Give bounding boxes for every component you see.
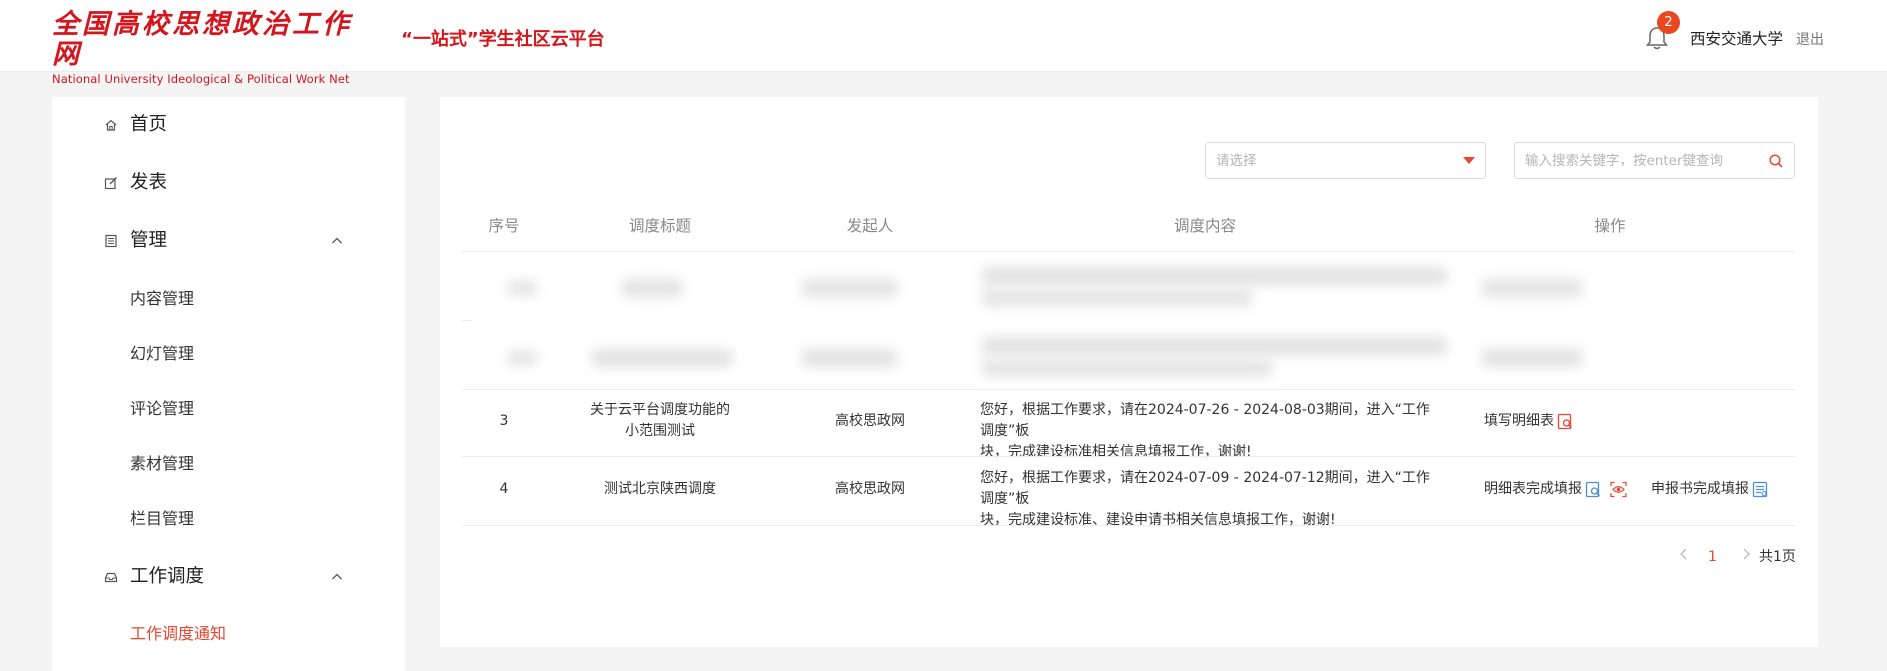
row-content: 您好，根据工作要求，请在2024-07-26 - 2024-08-03期间，进入… xyxy=(980,400,1440,463)
form-search-icon[interactable] xyxy=(1557,413,1574,430)
row-title[interactable]: 关于云平台调度功能的 小范围测试 xyxy=(550,400,770,442)
notification-badge[interactable]: 2 xyxy=(1657,11,1680,34)
document-icon xyxy=(105,234,117,248)
sidebar-item-dispatch[interactable]: 工作调度 xyxy=(52,557,405,597)
row-actions: 填写明细表 xyxy=(1484,411,1574,432)
row-index: 3 xyxy=(499,413,509,429)
sidebar-subitem-content[interactable]: 内容管理 xyxy=(130,288,194,310)
fill-detail-link[interactable]: 填写明细表 xyxy=(1484,413,1554,429)
sidebar-subitem-dispatch-notice[interactable]: 工作调度通知 xyxy=(130,623,226,645)
row-divider xyxy=(462,525,1795,526)
form-list-icon[interactable] xyxy=(1752,481,1769,498)
sidebar-item-label: 发表 xyxy=(130,172,168,193)
column-header-initiator: 发起人 xyxy=(846,217,894,235)
column-header-title: 调度标题 xyxy=(628,217,691,235)
sidebar-item-home[interactable]: 首页 xyxy=(52,105,405,145)
column-header-content: 调度内容 xyxy=(1173,217,1236,235)
row-title[interactable]: 测试北京陕西调度 xyxy=(550,479,770,500)
sidebar-subitem-comments[interactable]: 评论管理 xyxy=(130,398,194,420)
row-content-line: 块，完成建设标准相关信息填报工作，谢谢! xyxy=(980,444,1252,460)
category-select[interactable]: 请选择 xyxy=(1205,142,1486,179)
search-icon[interactable] xyxy=(1768,153,1784,169)
column-header-actions: 操作 xyxy=(1594,217,1626,235)
row-title-line: 小范围测试 xyxy=(625,423,695,439)
eye-scan-icon[interactable] xyxy=(1610,481,1627,498)
form-search-icon[interactable] xyxy=(1585,481,1602,498)
table-row[interactable] xyxy=(462,257,1795,323)
chevron-up-icon[interactable] xyxy=(330,570,344,584)
sidebar-item-label: 首页 xyxy=(130,114,168,135)
prev-page-button[interactable] xyxy=(1678,547,1690,567)
header-divider xyxy=(462,251,1795,252)
top-header: 全国高校思想政治工作网 National University Ideologi… xyxy=(0,0,1887,86)
row-divider xyxy=(462,456,1795,457)
inbox-icon xyxy=(104,572,118,583)
sidebar-item-label: 工作调度 xyxy=(130,566,205,587)
chevron-right-icon xyxy=(1743,548,1750,560)
next-page-button[interactable] xyxy=(1740,547,1752,567)
sidebar-item-manage[interactable]: 管理 xyxy=(52,221,405,261)
chevron-left-icon xyxy=(1680,548,1687,560)
logo-chinese-text: 全国高校思想政治工作网 xyxy=(52,9,352,70)
site-logo[interactable]: 全国高校思想政治工作网 National University Ideologi… xyxy=(52,9,372,87)
edit-icon xyxy=(104,177,117,190)
row-content-line: 块，完成建设标准、建设申请书相关信息填报工作，谢谢! xyxy=(980,512,1336,528)
user-name: 西安交通大学 xyxy=(1690,30,1784,48)
logo-english-text: National University Ideological & Politi… xyxy=(52,72,350,86)
home-icon xyxy=(105,119,117,131)
column-header-index: 序号 xyxy=(488,217,520,235)
row-content-line: 您好，根据工作要求，请在2024-07-26 - 2024-08-03期间，进入… xyxy=(980,402,1430,439)
row-divider xyxy=(462,389,1795,390)
row-initiator: 高校思政网 xyxy=(835,481,905,497)
logout-link[interactable]: 退出 xyxy=(1796,29,1824,51)
detail-completed-link[interactable]: 明细表完成填报 xyxy=(1484,481,1582,497)
sidebar-subitem-materials[interactable]: 素材管理 xyxy=(130,453,194,475)
row-content-line: 您好，根据工作要求，请在2024-07-09 - 2024-07-12期间，进入… xyxy=(980,470,1430,507)
row-title-line: 关于云平台调度功能的 xyxy=(590,402,730,418)
sidebar: 首页 发表 管理 内容管理 幻灯管理 评论管理 素材管理 栏目管理 工作调度 工… xyxy=(52,97,405,671)
caret-down-icon xyxy=(1463,157,1475,164)
main-panel: 请选择 输入搜索关键字，按enter键查询 序号 调度标题 发起人 调度内容 操… xyxy=(440,97,1818,647)
row-index: 4 xyxy=(499,481,509,497)
search-placeholder: 输入搜索关键字，按enter键查询 xyxy=(1525,153,1724,169)
row-divider xyxy=(462,320,472,321)
page-number-current[interactable]: 1 xyxy=(1708,547,1717,567)
row-initiator: 高校思政网 xyxy=(835,413,905,429)
platform-title: “一站式”学生社区云平台 xyxy=(401,29,605,50)
row-content: 您好，根据工作要求，请在2024-07-09 - 2024-07-12期间，进入… xyxy=(980,468,1440,531)
total-pages: 共1页 xyxy=(1759,549,1796,565)
select-placeholder: 请选择 xyxy=(1216,153,1257,169)
chevron-up-icon[interactable] xyxy=(330,234,344,248)
sidebar-item-publish[interactable]: 发表 xyxy=(52,163,405,203)
application-completed-link[interactable]: 申报书完成填报 xyxy=(1651,481,1749,497)
row-actions: 明细表完成填报 申报书完成填报 xyxy=(1484,479,1804,500)
table-row[interactable] xyxy=(462,323,1795,389)
search-input[interactable]: 输入搜索关键字，按enter键查询 xyxy=(1514,142,1795,179)
sidebar-subitem-slides[interactable]: 幻灯管理 xyxy=(130,343,194,365)
sidebar-subitem-columns[interactable]: 栏目管理 xyxy=(130,508,194,530)
sidebar-item-label: 管理 xyxy=(130,230,168,251)
